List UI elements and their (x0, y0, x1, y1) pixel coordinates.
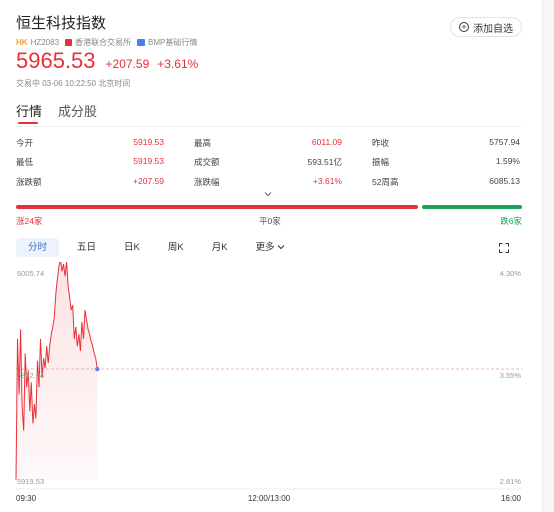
quote-type: BMP基础行情 (148, 38, 198, 47)
stat-label: 涨跌额 (16, 176, 42, 187)
pct-mid-label: 3.55% (500, 371, 522, 380)
stat-value: 5757.94 (489, 136, 520, 147)
stats-row: 今开 5919.53 最高 6011.09 昨收 5757.94 (16, 133, 522, 153)
add-to-watchlist-button[interactable]: + 添加自选 (450, 17, 522, 37)
stat-amplitude: 振幅 1.59% (372, 156, 520, 168)
stat-52w-high: 52周高 6085.13 (372, 176, 520, 188)
stats-grid: 今开 5919.53 最高 6011.09 昨收 5757.94 最低 5919.53 … (16, 133, 522, 192)
stat-label: 今开 (16, 137, 34, 148)
quote-type-icon (137, 39, 146, 46)
stat-value: +3.61% (312, 175, 342, 186)
period-daily[interactable]: 日K (114, 238, 150, 257)
stat-label: 昨收 (372, 137, 390, 148)
period-weekly[interactable]: 周K (158, 238, 194, 257)
time-open-label: 09:30 (16, 494, 37, 503)
decliners-count: 跌6家 (500, 216, 522, 226)
advancers-count: 涨24家 (16, 216, 43, 226)
stats-row: 最低 5919.53 成交额 593.51亿 振幅 1.59% (16, 153, 522, 173)
stat-label: 52周高 (372, 176, 399, 187)
stat-high: 最高 6011.09 (194, 137, 342, 149)
plus-circle-icon: + (459, 22, 469, 32)
decliners-bar (422, 205, 522, 209)
stat-value: 5919.53 (133, 156, 164, 167)
stat-value: 593.51亿 (307, 157, 343, 168)
index-meta: HK HZ2083 香港联合交易所 BMP基础行情 (16, 37, 197, 48)
price-row: 5965.53 +207.59 +3.61% (16, 48, 198, 74)
add-to-watchlist-label: 添加自选 (473, 23, 513, 35)
chart-period-tabs: 分时 五日 日K 周K 月K 更多 (16, 238, 303, 257)
stat-label: 成交额 (194, 157, 220, 168)
last-price: 5965.53 (16, 48, 96, 73)
stats-row: 涨跌额 +207.59 涨跌幅 +3.61% 52周高 6085.13 (16, 172, 522, 192)
exchange-name: 香港联合交易所 (75, 38, 132, 47)
stat-open: 今开 5919.53 (16, 137, 164, 149)
tabs-divider (16, 126, 522, 127)
market-tag: HK (16, 38, 28, 47)
stat-low: 最低 5919.53 (16, 156, 164, 168)
time-close-label: 16:00 (501, 494, 522, 503)
tab-constituents[interactable]: 成分股 (58, 101, 97, 120)
y-min-label: 5919.53 (17, 477, 44, 486)
price-change: +207.59 (105, 57, 150, 71)
y-mid-label: 5862.64 (17, 371, 44, 380)
period-more[interactable]: 更多 (246, 238, 295, 257)
stat-label: 最低 (16, 157, 34, 168)
chevron-down-icon (277, 245, 284, 250)
pct-min-label: 2.81% (500, 477, 522, 486)
period-intraday[interactable]: 分时 (16, 238, 60, 257)
index-header: 恒生科技指数 HK HZ2083 香港联合交易所 BMP基础行情 (16, 12, 197, 48)
stat-turnover: 成交额 593.51亿 (194, 156, 342, 168)
pct-max-label: 4.30% (500, 269, 522, 278)
stat-value: 1.59% (495, 156, 520, 167)
period-more-label: 更多 (255, 242, 275, 253)
advancers-bar (16, 205, 418, 209)
tab-quote[interactable]: 行情 (16, 101, 42, 124)
intraday-chart[interactable]: 6005.74 5862.64 5919.53 4.30% 3.55% 2.81… (0, 262, 554, 512)
unchanged-count: 平0家 (259, 216, 281, 226)
stat-label: 最高 (194, 137, 212, 148)
stat-value: 6011.09 (311, 136, 342, 147)
stat-value: 5919.53 (133, 136, 164, 147)
market-breadth-bar (16, 205, 522, 209)
stat-value: +207.59 (133, 175, 164, 186)
content-tabs: 行情 成分股 (16, 101, 113, 124)
last-price-point (95, 366, 100, 372)
period-five-day[interactable]: 五日 (67, 238, 106, 257)
stat-prev-close: 昨收 5757.94 (372, 137, 520, 149)
chevron-down-icon[interactable] (264, 190, 272, 198)
stat-label: 涨跌幅 (194, 176, 220, 187)
stat-change-amount: 涨跌额 +207.59 (16, 176, 164, 188)
index-title: 恒生科技指数 (16, 15, 107, 32)
stat-value: 6085.13 (489, 175, 520, 186)
page-scrollbar[interactable] (542, 0, 554, 512)
index-code: HZ2083 (30, 38, 60, 47)
trading-status-time: 交易中 03-06 10:22:50 北京时间 (16, 79, 131, 88)
stat-label: 振幅 (372, 157, 390, 168)
period-monthly[interactable]: 月K (202, 238, 238, 257)
exchange-icon (65, 39, 73, 46)
stat-change-percent: 涨跌幅 +3.61% (194, 176, 342, 188)
time-lunch-label: 12:00/13:00 (248, 494, 291, 503)
fullscreen-icon[interactable] (499, 243, 509, 253)
y-max-label: 6005.74 (17, 269, 44, 278)
price-change-percent: +3.61% (157, 57, 199, 71)
